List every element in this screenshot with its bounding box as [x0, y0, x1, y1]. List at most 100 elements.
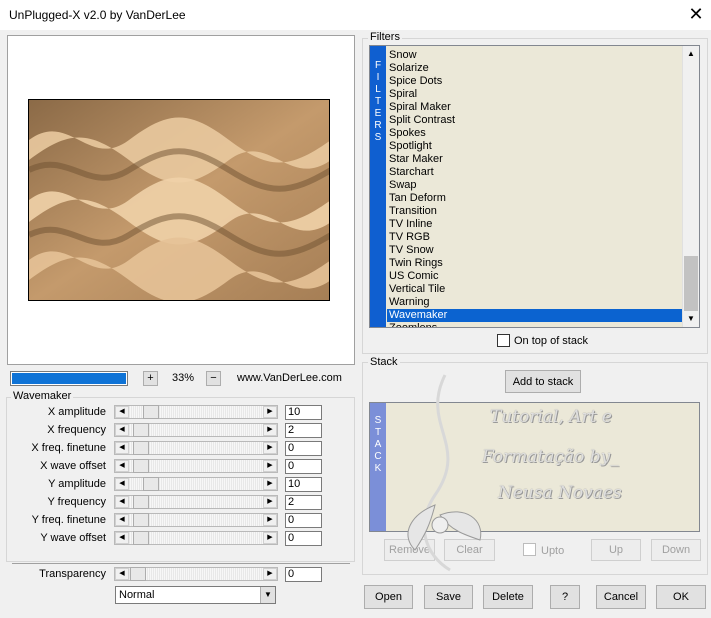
blend-mode-select[interactable]: Normal ▼ [115, 586, 276, 604]
add-to-stack-button[interactable]: Add to stack [505, 370, 581, 393]
param-slider[interactable]: ◀ ▶ [114, 495, 278, 509]
filter-list-item[interactable]: Vertical Tile [387, 283, 683, 296]
param-value-input[interactable]: 10 [285, 477, 322, 492]
slider-left-arrow-icon[interactable]: ◀ [115, 442, 129, 454]
filter-list-item[interactable]: Transition [387, 205, 683, 218]
param-value-input[interactable]: 0 [285, 531, 322, 546]
param-value-input[interactable]: 0 [285, 441, 322, 456]
param-value-input[interactable]: 10 [285, 405, 322, 420]
filters-strip: FILTERS [370, 46, 386, 327]
filter-list-item[interactable]: Starchart [387, 166, 683, 179]
slider-left-arrow-icon[interactable]: ◀ [115, 496, 129, 508]
filter-list-item[interactable]: TV Snow [387, 244, 683, 257]
preview-image [28, 99, 330, 301]
slider-thumb[interactable] [143, 405, 159, 419]
open-button[interactable]: Open [364, 585, 413, 609]
help-button[interactable]: ? [550, 585, 580, 609]
filter-list-item[interactable]: Wavemaker [387, 309, 683, 322]
slider-right-arrow-icon[interactable]: ▶ [263, 460, 277, 472]
param-slider[interactable]: ◀ ▶ [114, 423, 278, 437]
slider-left-arrow-icon[interactable]: ◀ [115, 478, 129, 490]
chevron-down-icon[interactable]: ▼ [260, 587, 275, 603]
slider-left-arrow-icon[interactable]: ◀ [115, 568, 129, 580]
slider-thumb[interactable] [133, 531, 149, 545]
slider-left-arrow-icon[interactable]: ◀ [115, 514, 129, 526]
param-value-input[interactable]: 0 [285, 513, 322, 528]
zoom-in-button[interactable]: + [143, 371, 158, 386]
ok-button[interactable]: OK [656, 585, 706, 609]
filter-list[interactable]: FILTERS Snow Solarize Spice Dots Spiral Spir… [369, 45, 700, 328]
param-label: Y freq. finetune [31, 514, 106, 526]
slider-thumb[interactable] [133, 423, 149, 437]
filter-list-item[interactable]: TV Inline [387, 218, 683, 231]
slider-thumb[interactable] [143, 477, 159, 491]
param-slider[interactable]: ◀ ▶ [114, 531, 278, 545]
slider-left-arrow-icon[interactable]: ◀ [115, 406, 129, 418]
blend-mode-value: Normal [119, 589, 155, 601]
remove-button[interactable]: Remove [384, 539, 435, 561]
clear-button[interactable]: Clear [444, 539, 495, 561]
slider-right-arrow-icon[interactable]: ▶ [263, 532, 277, 544]
filter-list-item[interactable]: TV RGB [387, 231, 683, 244]
slider-right-arrow-icon[interactable]: ▶ [263, 478, 277, 490]
slider-thumb[interactable] [133, 441, 149, 455]
filter-list-item[interactable]: Twin Rings [387, 257, 683, 270]
slider-right-arrow-icon[interactable]: ▶ [263, 442, 277, 454]
stack-list[interactable]: STACK [369, 402, 700, 532]
delete-button[interactable]: Delete [483, 585, 533, 609]
slider-right-arrow-icon[interactable]: ▶ [263, 514, 277, 526]
param-value-input[interactable]: 2 [285, 423, 322, 438]
filter-list-item[interactable]: Spiral [387, 88, 683, 101]
filter-list-item[interactable]: Zoomlens [387, 322, 683, 327]
filter-scrollbar[interactable]: ▲ ▼ [682, 46, 699, 327]
slider-thumb[interactable] [133, 495, 149, 509]
param-slider[interactable]: ◀ ▶ [114, 477, 278, 491]
slider-thumb[interactable] [133, 513, 149, 527]
filter-list-item[interactable]: Snow [387, 49, 683, 62]
save-button[interactable]: Save [424, 585, 473, 609]
vanderlee-link[interactable]: www.VanDerLee.com [237, 372, 342, 384]
filter-list-item[interactable]: Spotlight [387, 140, 683, 153]
transparency-slider[interactable]: ◀ ▶ [114, 567, 278, 581]
filter-list-item[interactable]: US Comic [387, 270, 683, 283]
slider-thumb[interactable] [130, 567, 146, 581]
slider-left-arrow-icon[interactable]: ◀ [115, 460, 129, 472]
param-value-input[interactable]: 0 [285, 459, 322, 474]
down-button[interactable]: Down [651, 539, 701, 561]
scroll-down-icon[interactable]: ▼ [683, 311, 699, 327]
zoom-out-button[interactable]: − [206, 371, 221, 386]
filter-list-item[interactable]: Swap [387, 179, 683, 192]
slider-right-arrow-icon[interactable]: ▶ [263, 424, 277, 436]
param-slider[interactable]: ◀ ▶ [114, 441, 278, 455]
filter-list-item[interactable]: Split Contrast [387, 114, 683, 127]
param-slider[interactable]: ◀ ▶ [114, 405, 278, 419]
param-label: Y amplitude [48, 478, 106, 490]
filter-list-item[interactable]: Tan Deform [387, 192, 683, 205]
slider-left-arrow-icon[interactable]: ◀ [115, 532, 129, 544]
transparency-input[interactable]: 0 [285, 567, 322, 582]
filter-list-item[interactable]: Solarize [387, 62, 683, 75]
filter-list-item[interactable]: Star Maker [387, 153, 683, 166]
scroll-up-icon[interactable]: ▲ [683, 46, 699, 62]
upto-checkbox[interactable] [523, 543, 536, 556]
param-slider[interactable]: ◀ ▶ [114, 459, 278, 473]
on-top-label: On top of stack [514, 335, 588, 347]
transparency-label: Transparency [39, 568, 106, 580]
filter-list-item[interactable]: Spiral Maker [387, 101, 683, 114]
param-value-input[interactable]: 2 [285, 495, 322, 510]
scroll-thumb[interactable] [684, 256, 698, 316]
close-icon[interactable]: ✕ [686, 4, 706, 24]
slider-right-arrow-icon[interactable]: ▶ [263, 568, 277, 580]
slider-right-arrow-icon[interactable]: ▶ [263, 406, 277, 418]
filter-list-item[interactable]: Warning [387, 296, 683, 309]
filter-list-item[interactable]: Spice Dots [387, 75, 683, 88]
slider-right-arrow-icon[interactable]: ▶ [263, 496, 277, 508]
filter-list-item[interactable]: Spokes [387, 127, 683, 140]
up-button[interactable]: Up [591, 539, 641, 561]
param-label: X freq. finetune [31, 442, 106, 454]
slider-thumb[interactable] [133, 459, 149, 473]
slider-left-arrow-icon[interactable]: ◀ [115, 424, 129, 436]
cancel-button[interactable]: Cancel [596, 585, 646, 609]
param-slider[interactable]: ◀ ▶ [114, 513, 278, 527]
on-top-checkbox[interactable] [497, 334, 510, 347]
